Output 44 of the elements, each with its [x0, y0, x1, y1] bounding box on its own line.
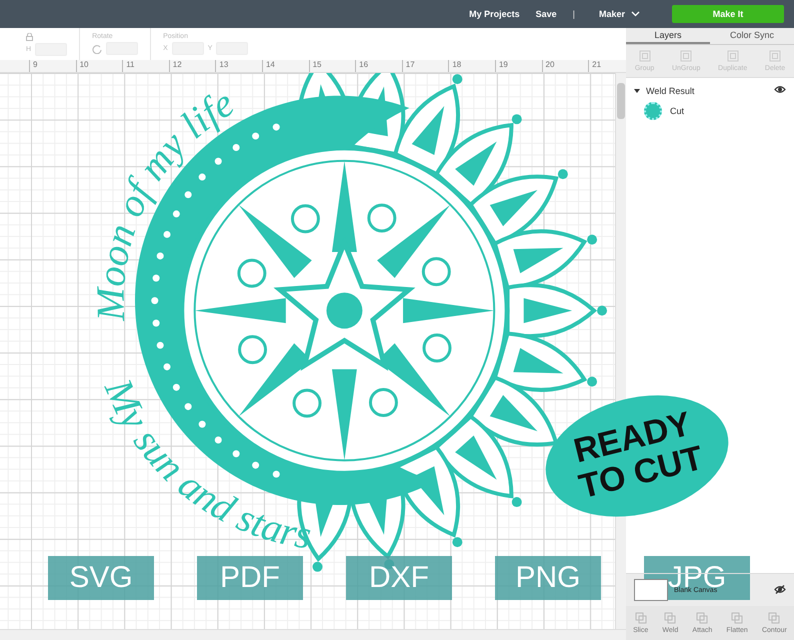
rotate-icon	[92, 44, 102, 54]
ruler-number: 19	[494, 60, 542, 72]
make-it-button[interactable]: Make It	[672, 5, 784, 23]
tool-icon	[769, 50, 782, 62]
ruler-number: 12	[168, 60, 216, 72]
ruler-number: 20	[542, 60, 588, 72]
ruler-number: 16	[355, 60, 402, 72]
tool-icon	[664, 612, 676, 624]
canvas-swatch[interactable]	[634, 579, 668, 601]
layer-name[interactable]: Weld Result	[646, 86, 768, 96]
panel-tab[interactable]: Color Sync	[710, 28, 794, 44]
tool-icon	[726, 50, 739, 62]
horizontal-scrollbar[interactable]	[0, 629, 626, 640]
tool-icon	[638, 50, 651, 62]
tool-icon	[731, 612, 744, 624]
nav-link[interactable]: My Projects	[469, 9, 520, 19]
tool-icon	[634, 612, 647, 624]
ruler-number: 18	[448, 60, 495, 72]
eye-icon[interactable]	[774, 85, 786, 94]
tool-icon	[696, 612, 708, 624]
lock-icon[interactable]	[26, 32, 33, 40]
machine-dropdown[interactable]: Maker	[590, 9, 648, 19]
ruler-number: 15	[308, 60, 356, 72]
ruler-number: 10	[76, 60, 122, 72]
format-label: PDF	[197, 556, 303, 600]
format-label: SVG	[48, 556, 154, 600]
separator-text: |	[572, 9, 575, 19]
ruler-number: 9	[29, 60, 76, 72]
tool-icon	[768, 612, 780, 624]
layer-thumbnail	[644, 102, 662, 120]
ruler-number: 11	[122, 60, 169, 72]
nav-link[interactable]: Save	[536, 9, 557, 19]
eye-off-icon[interactable]	[774, 584, 786, 594]
ruler-number: 13	[215, 60, 262, 72]
layer-name[interactable]: Cut	[670, 106, 684, 116]
chevron-icon	[631, 11, 640, 17]
ruler-number: 14	[262, 60, 309, 72]
format-label: PNG	[495, 556, 601, 600]
panel-tab[interactable]: Layers	[626, 28, 710, 44]
format-label: DXF	[346, 556, 452, 600]
scrollbar-thumb[interactable]	[617, 83, 625, 119]
ruler-number: 17	[402, 60, 448, 72]
tool-icon	[680, 50, 692, 62]
caret-down-icon[interactable]	[634, 88, 640, 94]
